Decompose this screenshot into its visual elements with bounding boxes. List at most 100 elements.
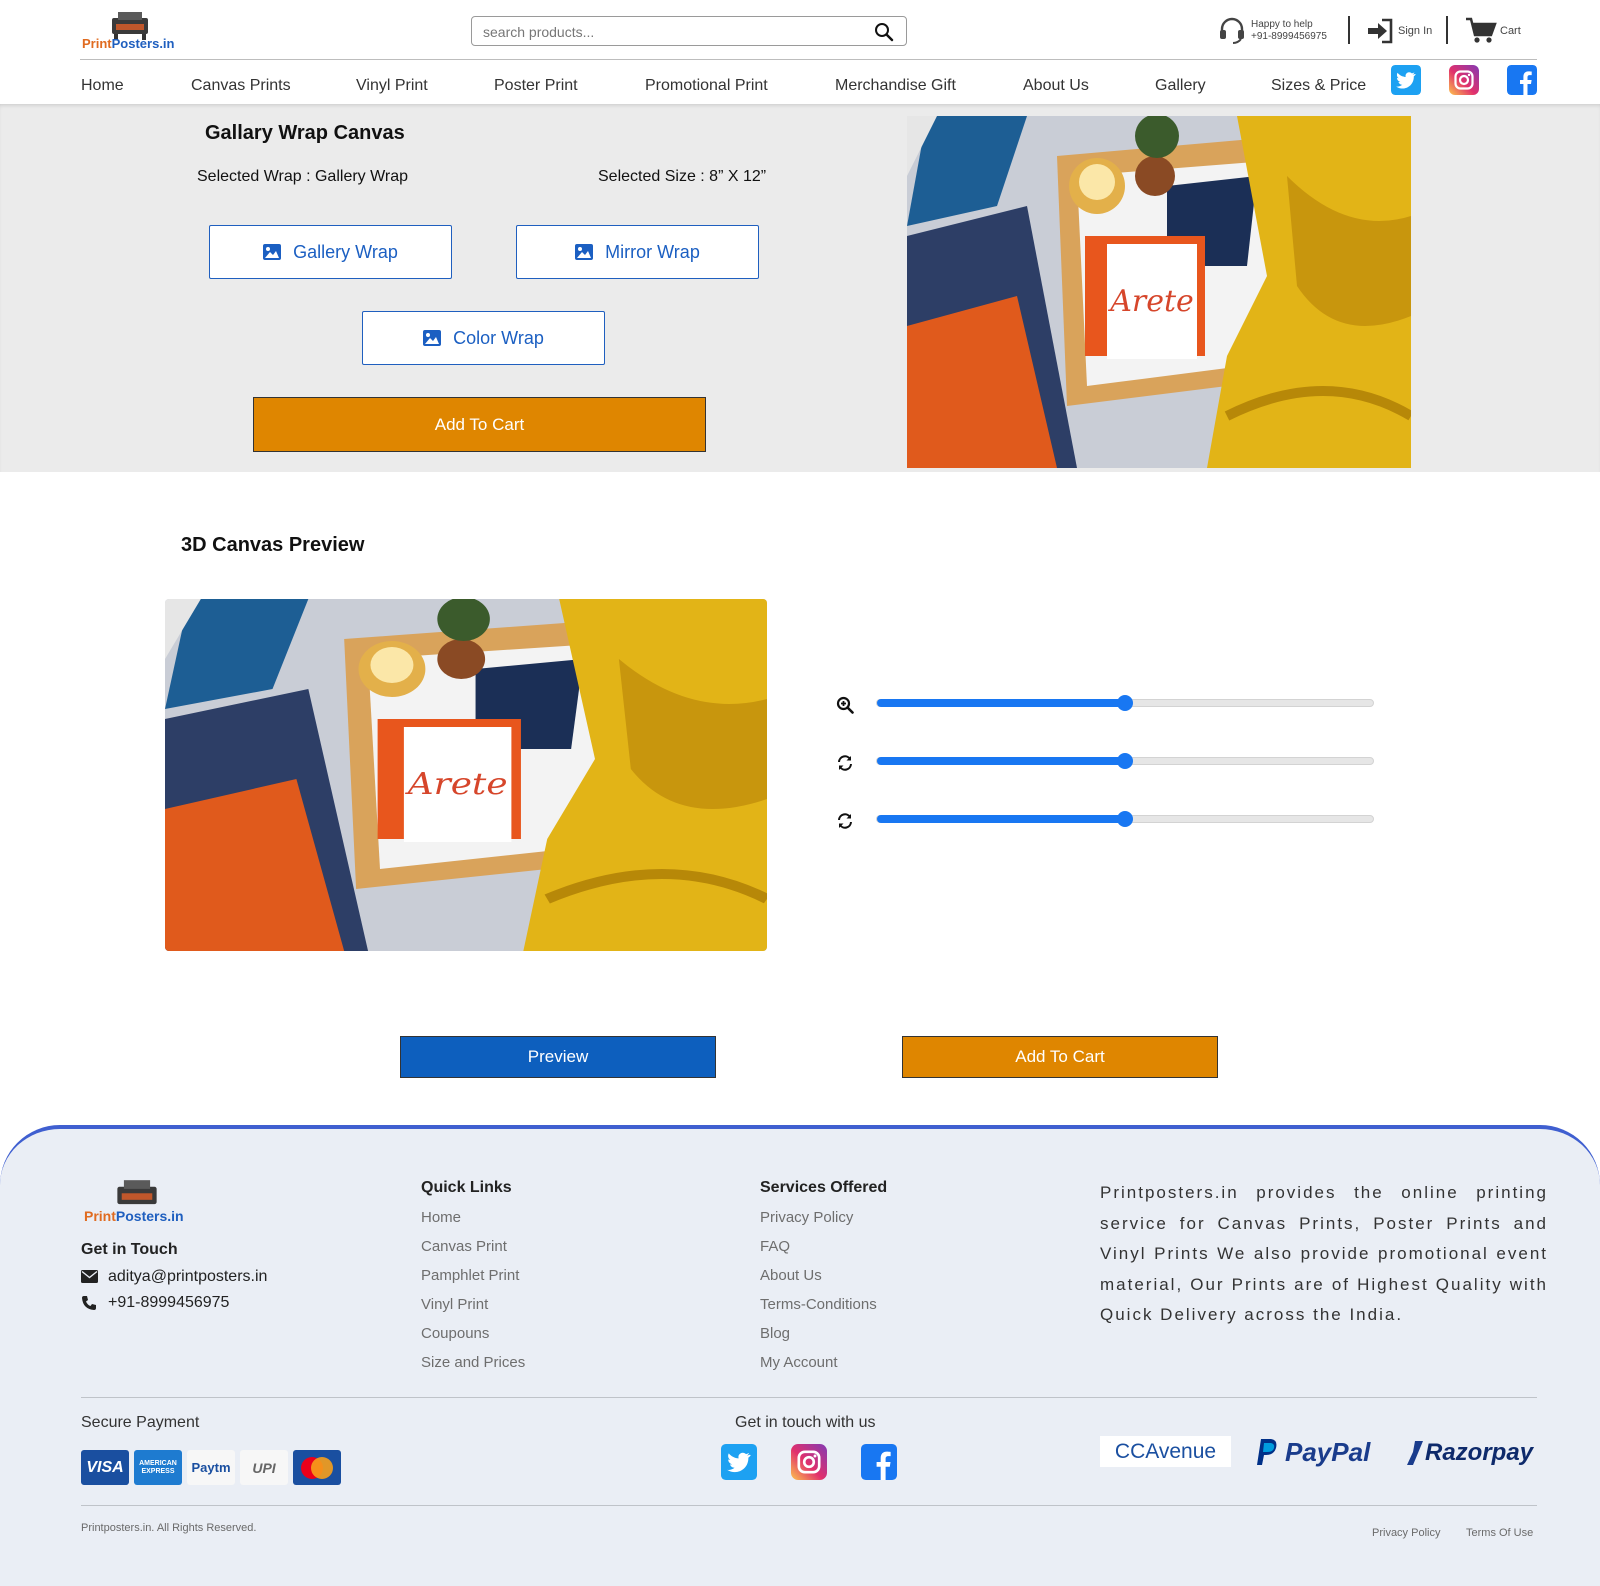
site-header: PrintPosters.in Happy to help +91-899945… xyxy=(0,0,1600,60)
footer-email[interactable]: aditya@printposters.in xyxy=(108,1268,267,1286)
quick-link-vinyl-print[interactable]: Vinyl Print xyxy=(421,1296,488,1313)
secure-payment-heading: Secure Payment xyxy=(81,1414,200,1431)
refresh-icon xyxy=(838,813,852,829)
facebook-icon[interactable] xyxy=(1507,65,1537,95)
mirror-wrap-label: Mirror Wrap xyxy=(605,241,700,262)
razorpay-text: Razorpay xyxy=(1425,1439,1534,1466)
header-divider xyxy=(1348,16,1350,44)
footer-divider xyxy=(81,1505,1537,1506)
instagram-icon[interactable] xyxy=(791,1444,827,1480)
get-in-touch-with-us: Get in touch with us xyxy=(735,1414,876,1431)
logo-text-posters: Posters.in xyxy=(115,1208,184,1224)
sign-in-link[interactable]: Sign In xyxy=(1398,25,1432,37)
selected-wrap-text: Selected Wrap : Gallery Wrap xyxy=(197,168,409,185)
logo-text-posters: Posters.in xyxy=(111,36,175,51)
service-link-blog[interactable]: Blog xyxy=(760,1325,790,1342)
sign-in-icon[interactable] xyxy=(1366,18,1394,44)
razorpay-icon xyxy=(1407,1441,1423,1465)
zoom-in-icon xyxy=(836,696,854,714)
footer-description: Printposters.in provides the online prin… xyxy=(1100,1183,1548,1324)
twitter-icon[interactable] xyxy=(721,1444,757,1480)
help-phone[interactable]: +91-8999456975 xyxy=(1251,31,1327,43)
logo-text-print: Print xyxy=(84,1208,116,1224)
rotate-y-slider[interactable] xyxy=(876,811,1374,827)
envelope-icon xyxy=(81,1270,98,1283)
headset-icon xyxy=(1220,17,1244,44)
paypal-icon xyxy=(1257,1439,1277,1465)
mirror-wrap-button[interactable]: Mirror Wrap xyxy=(516,225,759,279)
cart-icon[interactable] xyxy=(1465,16,1497,44)
zoom-slider[interactable] xyxy=(876,695,1374,711)
image-icon xyxy=(263,244,282,260)
search-input[interactable] xyxy=(483,22,863,42)
preview-add-to-cart-button[interactable]: Add To Cart xyxy=(902,1036,1218,1078)
rotate-x-slider[interactable] xyxy=(876,753,1374,769)
help-label: Happy to help xyxy=(1251,19,1313,30)
nav-item-canvas-prints[interactable]: Canvas Prints xyxy=(191,77,291,95)
nav-item-gallery[interactable]: Gallery xyxy=(1155,77,1206,95)
rotate-x-slider-handle[interactable] xyxy=(1117,753,1133,769)
service-link-faq[interactable]: FAQ xyxy=(760,1238,790,1255)
site-logo[interactable]: PrintPosters.in xyxy=(80,10,180,54)
refresh-icon xyxy=(838,755,852,771)
service-link-terms[interactable]: Terms-Conditions xyxy=(760,1296,877,1313)
razorpay-logo: Razorpay xyxy=(1405,1435,1533,1471)
nav-item-promotional-print[interactable]: Promotional Print xyxy=(645,77,768,95)
quick-link-home[interactable]: Home xyxy=(421,1209,461,1226)
amex-icon: AMERICAN EXPRESS xyxy=(134,1450,182,1485)
nav-item-about-us[interactable]: About Us xyxy=(1023,77,1089,95)
image-icon xyxy=(575,244,594,260)
nav-item-merchandise-gift[interactable]: Merchandise Gift xyxy=(835,77,956,95)
preview-button[interactable]: Preview xyxy=(400,1036,716,1078)
header-divider xyxy=(1446,16,1448,44)
paytm-icon: Paytm xyxy=(187,1450,235,1485)
facebook-icon[interactable] xyxy=(861,1444,897,1480)
phone-icon xyxy=(82,1296,96,1310)
quick-link-size-and-prices[interactable]: Size and Prices xyxy=(421,1354,525,1371)
instagram-icon[interactable] xyxy=(1449,65,1479,95)
quick-link-pamphlet-print[interactable]: Pamphlet Print xyxy=(421,1267,519,1284)
preview-image-caption: Arete xyxy=(404,766,507,801)
services-heading: Services Offered xyxy=(760,1179,888,1196)
twitter-icon[interactable] xyxy=(1391,65,1421,95)
service-link-privacy-policy[interactable]: Privacy Policy xyxy=(760,1209,853,1226)
bottom-link-privacy[interactable]: Privacy Policy xyxy=(1372,1527,1440,1539)
paypal-text: PayPal xyxy=(1285,1436,1371,1467)
product-image-caption: Arete xyxy=(1107,284,1194,319)
color-wrap-button[interactable]: Color Wrap xyxy=(362,311,605,365)
footer-logo[interactable]: PrintPosters.in xyxy=(82,1178,192,1226)
zoom-slider-handle[interactable] xyxy=(1117,695,1133,711)
service-link-about-us[interactable]: About Us xyxy=(760,1267,822,1284)
quick-link-canvas-print[interactable]: Canvas Print xyxy=(421,1238,507,1255)
selected-size-text: Selected Size : 8” X 12” xyxy=(598,168,767,185)
nav-item-home[interactable]: Home xyxy=(81,77,124,95)
color-wrap-label: Color Wrap xyxy=(453,327,544,348)
mastercard-icon xyxy=(293,1450,341,1485)
ccavenue-logo: CCAvenue xyxy=(1100,1436,1231,1467)
main-nav: Home Canvas Prints Vinyl Print Poster Pr… xyxy=(0,60,1600,104)
search-box xyxy=(471,16,907,46)
nav-item-sizes-price[interactable]: Sizes & Price xyxy=(1271,77,1366,95)
bottom-link-terms[interactable]: Terms Of Use xyxy=(1466,1527,1533,1539)
footer-phone[interactable]: +91-8999456975 xyxy=(108,1294,229,1312)
visa-icon: VISA xyxy=(81,1450,129,1485)
image-icon xyxy=(423,330,442,346)
service-link-my-account[interactable]: My Account xyxy=(760,1354,838,1371)
logo-text-print: Print xyxy=(82,36,112,51)
paypal-logo: PayPal xyxy=(1255,1434,1370,1470)
nav-item-vinyl-print[interactable]: Vinyl Print xyxy=(356,77,428,95)
get-in-touch-heading: Get in Touch xyxy=(81,1241,178,1258)
cart-link[interactable]: Cart xyxy=(1500,25,1521,37)
preview-title: 3D Canvas Preview xyxy=(181,534,365,556)
footer-divider xyxy=(81,1397,1537,1398)
quick-link-coupouns[interactable]: Coupouns xyxy=(421,1325,489,1342)
search-icon[interactable] xyxy=(874,22,894,42)
preview-canvas-image: Arete xyxy=(165,599,767,951)
gallery-wrap-label: Gallery Wrap xyxy=(293,241,398,262)
add-to-cart-button[interactable]: Add To Cart xyxy=(253,397,706,452)
upi-icon: UPI xyxy=(240,1450,288,1485)
gallery-wrap-button[interactable]: Gallery Wrap xyxy=(209,225,452,279)
rotate-y-slider-handle[interactable] xyxy=(1117,811,1133,827)
product-title: Gallary Wrap Canvas xyxy=(205,122,405,144)
nav-item-poster-print[interactable]: Poster Print xyxy=(494,77,578,95)
